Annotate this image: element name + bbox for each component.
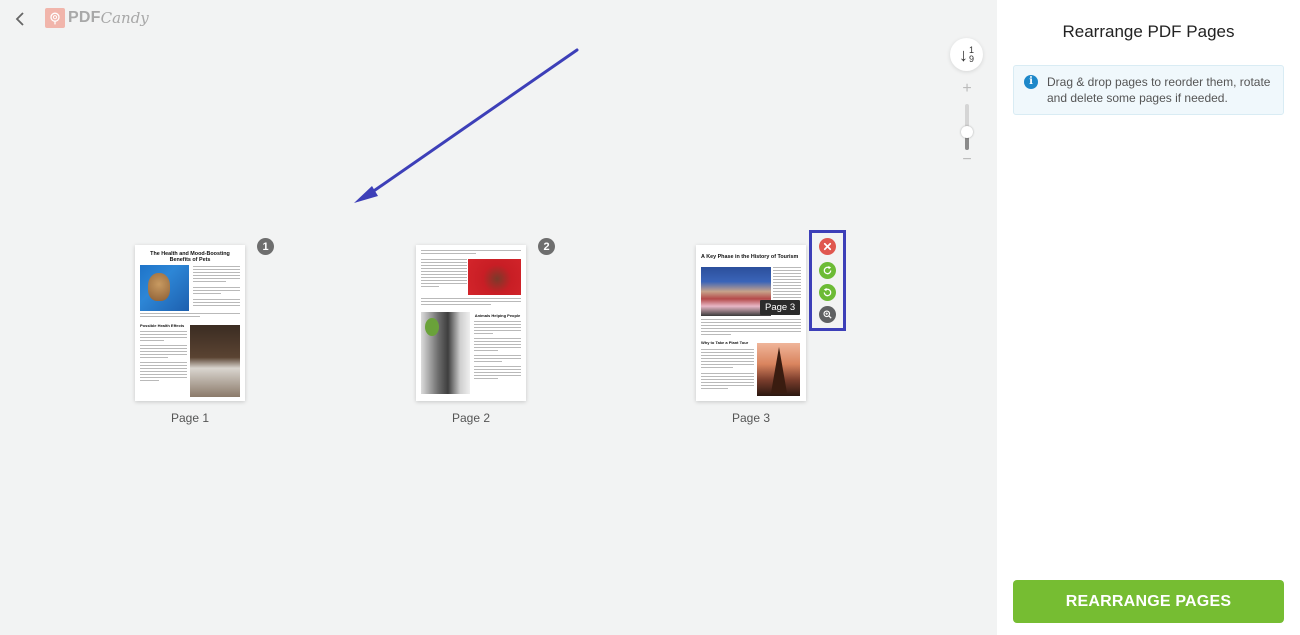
chevron-left-icon	[15, 12, 24, 26]
page-number-badge: 1	[257, 238, 274, 255]
candy-icon	[45, 8, 65, 28]
delete-page-button[interactable]	[819, 238, 836, 255]
page-subheading: Animals Helping People	[474, 313, 521, 318]
zoom-out-button[interactable]: −	[960, 152, 974, 168]
zoom-page-button[interactable]	[819, 306, 836, 323]
info-message: i Drag & drop pages to reorder them, rot…	[1013, 65, 1284, 115]
page-actions-highlight	[809, 230, 846, 331]
grey-cat-photo	[421, 312, 470, 394]
info-text: Drag & drop pages to reorder them, rotat…	[1047, 75, 1271, 105]
page-card[interactable]: A Key Phase in the History of Tourism Wh…	[696, 245, 806, 425]
sidebar-title: Rearrange PDF Pages	[1062, 22, 1235, 41]
page-tooltip: Page 3	[760, 300, 801, 315]
eiffel-tower-photo	[757, 343, 800, 396]
logo-text-candy: Candy	[100, 9, 149, 27]
sort-pages-button[interactable]: ↓ 1 9	[950, 38, 983, 71]
back-button[interactable]	[12, 9, 30, 29]
info-icon: i	[1024, 75, 1038, 89]
zoom-slider-thumb[interactable]	[961, 125, 973, 138]
workspace: PDF Candy ↓ 1 9 + − The Health and Mood-…	[0, 0, 997, 635]
page-thumbnail[interactable]: A Key Phase in the History of Tourism Wh…	[696, 245, 806, 401]
page-subheading: Possible Health Effects	[140, 323, 185, 328]
dog-photo	[190, 325, 240, 397]
page-label: Page 1	[170, 411, 210, 425]
page-label: Page 3	[731, 411, 771, 425]
holiday-pets-photo	[468, 259, 521, 295]
cat-photo	[140, 265, 189, 311]
page-number-badge: 2	[538, 238, 555, 255]
sidebar: Rearrange PDF Pages i Drag & drop pages …	[997, 0, 1300, 635]
rotate-cw-icon	[823, 265, 832, 275]
close-icon	[823, 242, 832, 251]
sort-ascending-icon: ↓	[958, 44, 968, 65]
zoom-in-icon	[823, 310, 832, 319]
rearrange-pages-button[interactable]: REARRANGE PAGES	[1013, 580, 1284, 623]
pdfcandy-logo[interactable]: PDF Candy	[45, 8, 149, 28]
page-subheading: Why to Take a Plant Tour	[701, 340, 749, 345]
rotate-clockwise-button[interactable]	[819, 262, 836, 279]
page-card[interactable]: Animals Helping People 2 Page 2	[416, 238, 555, 425]
page-thumbnail[interactable]: The Health and Mood-Boosting Benefits of…	[135, 245, 245, 401]
rotate-counterclockwise-button[interactable]	[819, 284, 836, 301]
page-doc-title: The Health and Mood-Boosting Benefits of…	[150, 251, 230, 263]
page-label: Page 2	[451, 411, 491, 425]
page-doc-title: A Key Phase in the History of Tourism	[701, 254, 799, 260]
page-thumbnail[interactable]: Animals Helping People	[416, 245, 526, 401]
rotate-ccw-icon	[823, 287, 832, 297]
page-card[interactable]: The Health and Mood-Boosting Benefits of…	[135, 238, 274, 425]
logo-text-pdf: PDF	[68, 9, 101, 26]
zoom-in-button[interactable]: +	[960, 81, 974, 97]
sort-digit-end: 9	[968, 53, 974, 64]
